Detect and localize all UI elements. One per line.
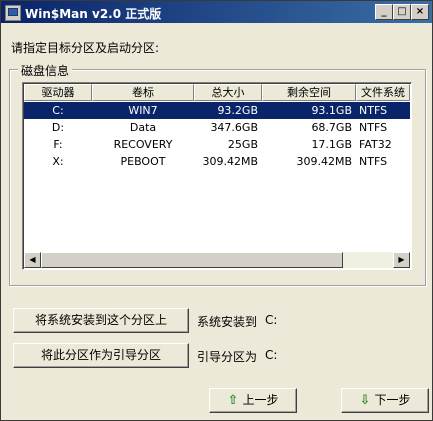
window-title: Win$Man v2.0 正式版 <box>25 7 162 21</box>
cell-free: 93.1GB <box>311 104 352 117</box>
cell-label: Data <box>129 121 157 134</box>
group-title: 磁盘信息 <box>18 62 73 79</box>
column-header-drive[interactable]: 驱动器 <box>24 84 92 101</box>
title-bar[interactable]: Win$Man v2.0 正式版 _ □ × <box>1 1 432 23</box>
minimize-icon[interactable]: _ <box>375 4 393 20</box>
table-row[interactable]: D: Data 347.6GB 68.7GB NTFS <box>24 119 410 136</box>
cell-free: 17.1GB <box>311 138 352 151</box>
install-target-value: C: <box>265 313 278 327</box>
cell-drive: F: <box>53 138 63 151</box>
close-icon[interactable]: × <box>411 4 429 20</box>
install-target-label: 系统安装到 <box>197 315 258 329</box>
cell-fs: NTFS <box>359 121 388 134</box>
cell-drive: D: <box>51 121 65 134</box>
cell-free: 68.7GB <box>311 121 352 134</box>
column-header-total[interactable]: 总大小 <box>194 84 262 101</box>
scroll-left-icon[interactable]: ◀ <box>24 252 41 268</box>
column-header-fs[interactable]: 文件系统 <box>356 84 410 101</box>
cell-label: WIN7 <box>128 104 158 117</box>
arrow-down-icon: ⇩ <box>359 393 371 408</box>
previous-label: 上一步 <box>242 393 279 407</box>
cell-drive: X: <box>52 155 64 168</box>
next-button[interactable]: ⇩ 下一步 <box>341 388 429 413</box>
list-header: 驱动器 卷标 总大小 剩余空间 文件系统 <box>24 84 410 101</box>
cell-total: 347.6GB <box>210 121 258 134</box>
cell-label: PEBOOT <box>120 155 166 168</box>
cell-free: 309.42MB <box>296 155 352 168</box>
install-to-partition-button[interactable]: 将系统安装到这个分区上 <box>13 308 189 333</box>
set-boot-partition-button[interactable]: 将此分区作为引导分区 <box>13 343 189 368</box>
maximize-icon[interactable]: □ <box>393 4 411 20</box>
arrow-up-icon: ⇧ <box>227 393 239 408</box>
table-row[interactable]: C: WIN7 93.2GB 93.1GB NTFS <box>24 102 410 119</box>
instruction-text: 请指定目标分区及启动分区: <box>11 41 160 55</box>
horizontal-scrollbar[interactable]: ◀ ▶ <box>24 252 410 268</box>
cell-fs: NTFS <box>359 104 388 117</box>
cell-fs: NTFS <box>359 155 388 168</box>
table-row[interactable]: X: PEBOOT 309.42MB 309.42MB NTFS <box>24 153 410 170</box>
app-icon <box>5 5 21 21</box>
next-label: 下一步 <box>374 393 411 407</box>
boot-partition-value: C: <box>265 348 278 362</box>
list-rows: C: WIN7 93.2GB 93.1GB NTFS D: Data 347.6… <box>24 102 410 170</box>
installer-window: Win$Man v2.0 正式版 _ □ × 请指定目标分区及启动分区: 磁盘信… <box>0 0 433 421</box>
table-row[interactable]: F: RECOVERY 25GB 17.1GB FAT32 <box>24 136 410 153</box>
column-header-label[interactable]: 卷标 <box>92 84 194 101</box>
disk-info-group: 磁盘信息 驱动器 卷标 总大小 剩余空间 文件系统 C: WIN7 93.2GB… <box>9 62 426 286</box>
cell-total: 309.42MB <box>202 155 258 168</box>
cell-fs: FAT32 <box>359 138 392 151</box>
cell-total: 25GB <box>227 138 258 151</box>
cell-label: RECOVERY <box>113 138 173 151</box>
cell-total: 93.2GB <box>217 104 258 117</box>
column-header-free[interactable]: 剩余空间 <box>262 84 356 101</box>
scroll-thumb[interactable] <box>41 252 343 268</box>
partition-list[interactable]: 驱动器 卷标 总大小 剩余空间 文件系统 C: WIN7 93.2GB 93.1… <box>22 82 412 270</box>
previous-button[interactable]: ⇧ 上一步 <box>209 388 297 413</box>
scroll-right-icon[interactable]: ▶ <box>393 252 410 268</box>
boot-partition-label: 引导分区为 <box>197 350 258 364</box>
cell-drive: C: <box>52 104 64 117</box>
